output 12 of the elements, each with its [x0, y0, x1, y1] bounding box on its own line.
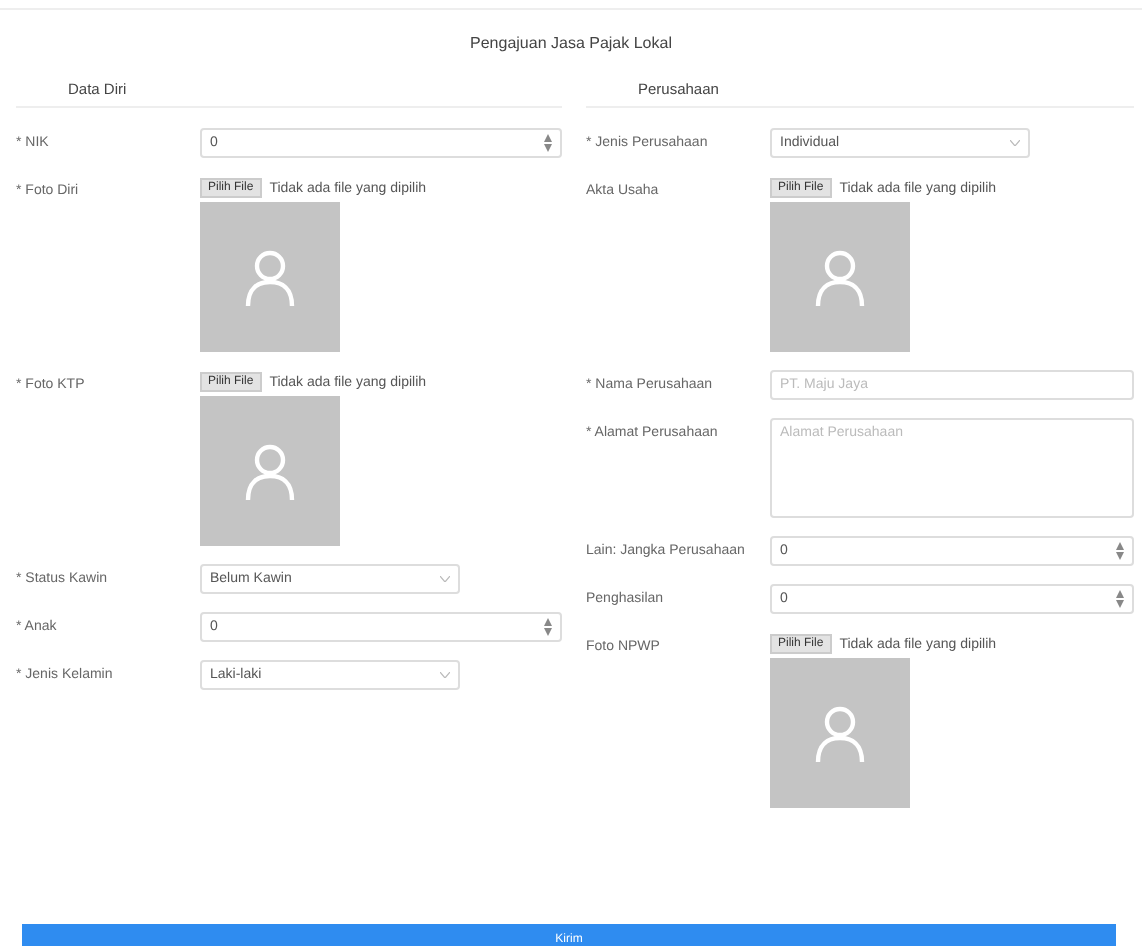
chevron-down-icon: [440, 576, 450, 582]
spinner-icon[interactable]: [544, 618, 552, 636]
chevron-down-icon: [440, 672, 450, 678]
form-title: Pengajuan Jasa Pajak Lokal: [468, 32, 674, 56]
spinner-icon[interactable]: [544, 134, 552, 152]
person-icon: [244, 441, 296, 501]
spinner-icon[interactable]: [1116, 590, 1124, 608]
person-icon: [244, 247, 296, 307]
person-icon: [814, 247, 866, 307]
chevron-down-icon: [1010, 140, 1020, 146]
person-icon: [814, 703, 866, 763]
spinner-icon[interactable]: [1116, 542, 1124, 560]
